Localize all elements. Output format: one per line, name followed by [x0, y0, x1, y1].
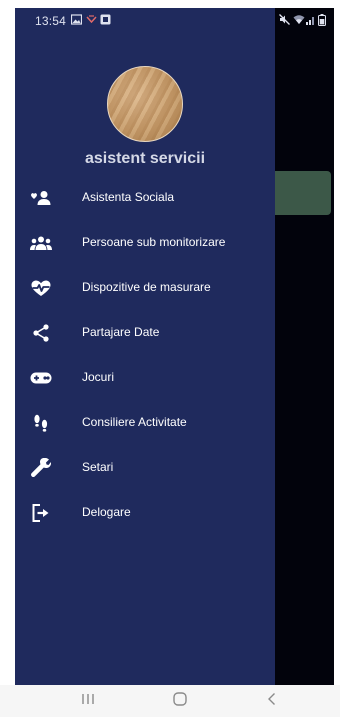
- back-button[interactable]: [264, 691, 280, 712]
- home-button[interactable]: [172, 691, 188, 712]
- menu-item-dispozitive-masurare[interactable]: Dispozitive de masurare: [15, 268, 275, 308]
- gallery-icon: [70, 14, 83, 28]
- menu-label: Delogare: [82, 505, 131, 519]
- share-icon: [29, 323, 53, 343]
- recents-icon: [82, 694, 94, 704]
- back-icon: [268, 693, 275, 705]
- group-icon: [29, 233, 53, 253]
- logout-icon: [29, 503, 53, 523]
- app-icon: [100, 14, 111, 28]
- background-card: [271, 171, 331, 215]
- menu-label: Persoane sub monitorizare: [82, 235, 226, 249]
- status-bar: 13:54: [15, 8, 334, 32]
- status-time: 13:54: [35, 14, 67, 28]
- menu-label: Jocuri: [82, 370, 115, 384]
- avatar[interactable]: [107, 66, 183, 142]
- gamepad-icon: [29, 368, 53, 388]
- wrench-icon: [29, 458, 53, 478]
- user-name: asistent servicii: [84, 150, 206, 167]
- menu-item-delogare[interactable]: Delogare: [15, 493, 275, 533]
- menu-label: Asistenta Sociala: [82, 190, 175, 204]
- menu-item-partajare-date[interactable]: Partajare Date: [15, 313, 275, 353]
- signal-icon: [306, 14, 316, 28]
- menu-label: Dispozitive de masurare: [82, 280, 211, 294]
- menu-item-jocuri[interactable]: Jocuri: [15, 358, 275, 398]
- menu-item-setari[interactable]: Setari: [15, 448, 275, 488]
- wifi-icon: [293, 14, 305, 28]
- menu-label: Setari: [82, 460, 114, 474]
- menu-label: Partajare Date: [82, 325, 160, 339]
- person-heart-icon: [29, 188, 53, 208]
- home-icon: [173, 692, 187, 706]
- footsteps-icon: [29, 413, 53, 433]
- menu-item-asistenta-sociala[interactable]: Asistenta Sociala: [15, 178, 275, 218]
- notification-icon: [86, 14, 97, 28]
- recents-button[interactable]: [80, 691, 96, 712]
- menu-label: Consiliere Activitate: [82, 415, 187, 429]
- menu-item-consiliere-activitate[interactable]: Consiliere Activitate: [15, 403, 275, 443]
- heartbeat-icon: [29, 278, 53, 298]
- system-nav-bar: [0, 685, 340, 717]
- battery-icon: [318, 14, 326, 29]
- navigation-drawer: asistent servicii Asistenta Sociala Pers…: [15, 8, 275, 685]
- mute-icon: [279, 14, 290, 28]
- phone-screen: 13:54 asistent servicii Asistenta Social…: [15, 8, 334, 685]
- menu-item-persoane-monitorizare[interactable]: Persoane sub monitorizare: [15, 223, 275, 263]
